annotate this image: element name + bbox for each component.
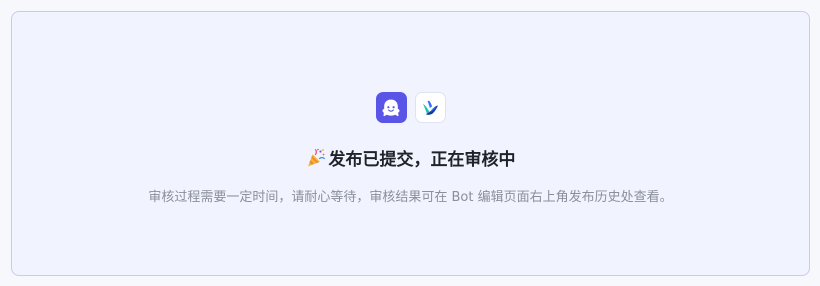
publish-status-panel: 发布已提交，正在审核中 审核过程需要一定时间，请耐心等待，审核结果可在 Bot … — [11, 11, 810, 276]
status-description: 审核过程需要一定时间，请耐心等待，审核结果可在 Bot 编辑页面右上角发布历史处… — [148, 190, 673, 205]
page: 发布已提交，正在审核中 审核过程需要一定时间，请耐心等待，审核结果可在 Bot … — [0, 0, 820, 286]
status-title-text: 发布已提交，正在审核中 — [328, 150, 516, 170]
status-title: 发布已提交，正在审核中 — [12, 148, 809, 172]
party-popper-icon — [307, 148, 325, 167]
bot-platform-icon — [375, 92, 407, 123]
platform-icons — [12, 92, 809, 123]
feishu-icon — [414, 92, 446, 123]
